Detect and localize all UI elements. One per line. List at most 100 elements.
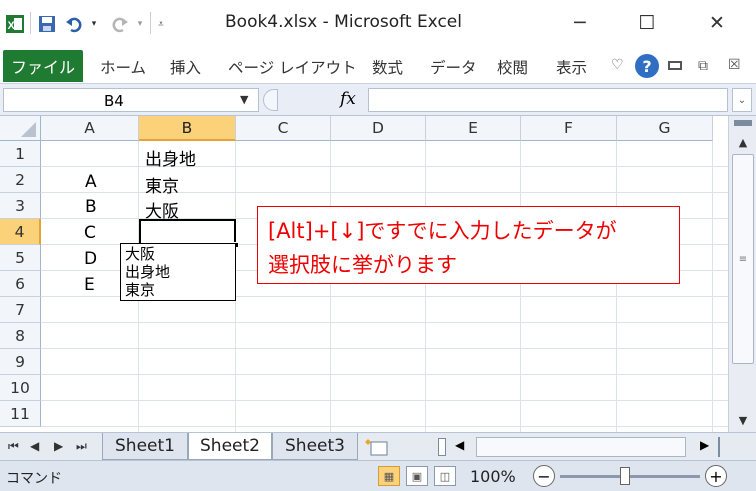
- workbook-close-icon[interactable]: ☒: [728, 57, 741, 73]
- minimize-button[interactable]: ─: [560, 8, 600, 38]
- row-header-2[interactable]: 2: [0, 167, 41, 193]
- customize-icon[interactable]: ⩡: [154, 13, 168, 35]
- select-all-button[interactable]: [0, 116, 41, 141]
- column-header-f[interactable]: F: [521, 116, 617, 141]
- sheet-tab-bar: ⏮ ◀ ▶ ⏭ Sheet1 Sheet2 Sheet3 ◀ ▶: [0, 432, 756, 460]
- last-sheet-icon[interactable]: ⏭: [76, 439, 87, 454]
- zoom-level[interactable]: 100%: [470, 467, 516, 486]
- zoom-slider-thumb[interactable]: [620, 467, 630, 485]
- tab-home[interactable]: ホーム: [100, 56, 146, 78]
- maximize-button[interactable]: ☐: [627, 8, 667, 38]
- name-box[interactable]: B4 ▼: [3, 88, 259, 112]
- status-mode: コマンド: [6, 471, 62, 487]
- scroll-thumb[interactable]: ≡: [732, 154, 754, 364]
- horizontal-split-box[interactable]: [718, 437, 732, 457]
- tab-split-handle[interactable]: [438, 438, 446, 456]
- row-header-9[interactable]: 9: [0, 349, 41, 375]
- ribbon-tabs: ファイル ホーム 挿入 ページ レイアウト 数式 データ 校閲 表示 ♡ ? ⧉…: [0, 48, 756, 84]
- cell-b2[interactable]: 東京: [145, 172, 179, 197]
- undo-icon[interactable]: [62, 13, 86, 35]
- row-header-3[interactable]: 3: [0, 193, 41, 219]
- row-header-11[interactable]: 11: [0, 401, 41, 427]
- tab-page-layout[interactable]: ページ レイアウト: [228, 56, 357, 78]
- cell-a3[interactable]: B: [85, 197, 97, 217]
- cell-b1[interactable]: 出身地: [145, 145, 196, 170]
- expand-formula-bar-icon[interactable]: ⌄: [732, 88, 752, 112]
- excel-logo-icon[interactable]: X: [4, 13, 26, 35]
- row-header-4[interactable]: 4: [0, 219, 41, 245]
- formula-bar-splitter[interactable]: [263, 89, 278, 111]
- split-box[interactable]: [734, 120, 752, 126]
- column-header-d[interactable]: D: [331, 116, 426, 141]
- close-button[interactable]: ✕: [697, 8, 737, 38]
- column-header-e[interactable]: E: [426, 116, 521, 141]
- tab-review[interactable]: 校閲: [497, 56, 528, 78]
- cell-a4[interactable]: C: [84, 223, 96, 243]
- dropdown-item[interactable]: 大阪: [125, 246, 155, 262]
- svg-text:X: X: [8, 20, 16, 32]
- sheet-tab-sheet2[interactable]: Sheet2: [188, 433, 272, 460]
- row-header-6[interactable]: 6: [0, 271, 41, 297]
- gridline: [616, 141, 617, 432]
- page-layout-view-icon[interactable]: ▣: [406, 466, 428, 486]
- zoom-in-button[interactable]: +: [705, 465, 727, 487]
- row-header-5[interactable]: 5: [0, 245, 41, 271]
- horizontal-scroll-thumb[interactable]: [476, 437, 686, 457]
- restore-window-icon[interactable]: [668, 61, 682, 70]
- window-title: Book4.xlsx - Microsoft Excel: [225, 12, 462, 32]
- tab-data[interactable]: データ: [430, 56, 477, 78]
- formula-bar: B4 ▼ fx ⌄: [0, 84, 756, 116]
- tab-view[interactable]: 表示: [556, 56, 587, 78]
- help-icon[interactable]: ?: [635, 54, 659, 78]
- gridline: [41, 374, 728, 375]
- scroll-right-icon[interactable]: ▶: [700, 438, 709, 452]
- page-break-view-icon[interactable]: ◫: [434, 466, 456, 486]
- column-header-b[interactable]: B: [139, 116, 236, 141]
- row-header-10[interactable]: 10: [0, 375, 41, 401]
- row-header-8[interactable]: 8: [0, 323, 41, 349]
- row-header-7[interactable]: 7: [0, 297, 41, 323]
- sheet-tab-sheet3[interactable]: Sheet3: [272, 433, 358, 460]
- column-header-c[interactable]: C: [236, 116, 331, 141]
- cell-a2[interactable]: A: [85, 172, 97, 192]
- callout-line-2: 選択肢に挙がります: [268, 253, 457, 277]
- tab-formulas[interactable]: 数式: [372, 56, 403, 78]
- prev-sheet-icon[interactable]: ◀: [30, 439, 39, 453]
- insert-function-icon[interactable]: fx: [340, 89, 356, 109]
- redo-icon[interactable]: [108, 13, 132, 35]
- insert-sheet-icon[interactable]: [360, 436, 396, 458]
- cell-a6[interactable]: E: [84, 275, 95, 295]
- autocomplete-dropdown[interactable]: 大阪 出身地 東京: [120, 243, 236, 301]
- chevron-down-icon[interactable]: ▼: [240, 93, 248, 106]
- column-header-a[interactable]: A: [41, 116, 139, 141]
- tab-file[interactable]: ファイル: [3, 50, 83, 82]
- row-header-1[interactable]: 1: [0, 141, 41, 167]
- normal-view-icon[interactable]: ▦: [378, 466, 400, 486]
- undo-dropdown-icon[interactable]: ▾: [88, 13, 100, 35]
- status-bar: コマンド ▦ ▣ ◫ 100% − +: [0, 460, 756, 491]
- column-header-g[interactable]: G: [617, 116, 713, 141]
- ribbon-collapse-icon[interactable]: ♡: [611, 57, 624, 73]
- dropdown-item[interactable]: 東京: [125, 282, 155, 298]
- gridline: [41, 348, 728, 349]
- sheet-tab-sheet1[interactable]: Sheet1: [102, 433, 188, 460]
- zoom-slider[interactable]: [560, 475, 700, 478]
- save-icon[interactable]: [36, 13, 58, 35]
- scroll-down-icon[interactable]: ▼: [733, 412, 753, 428]
- cell-a5[interactable]: D: [84, 249, 97, 269]
- workbook-restore-icon[interactable]: ⧉: [698, 58, 708, 74]
- next-sheet-icon[interactable]: ▶: [54, 439, 63, 453]
- dropdown-item[interactable]: 出身地: [125, 264, 170, 280]
- tab-insert[interactable]: 挿入: [170, 56, 201, 78]
- vertical-scrollbar[interactable]: ▲ ≡ ▼: [728, 116, 756, 432]
- redo-dropdown-icon[interactable]: ▾: [134, 13, 146, 35]
- zoom-out-button[interactable]: −: [533, 465, 555, 487]
- scroll-up-icon[interactable]: ▲: [733, 134, 753, 150]
- scroll-left-icon[interactable]: ◀: [455, 438, 464, 452]
- gridline: [330, 141, 331, 432]
- gridline: [41, 400, 728, 401]
- formula-input[interactable]: [368, 88, 728, 112]
- active-cell-b4[interactable]: [139, 219, 236, 245]
- first-sheet-icon[interactable]: ⏮: [8, 439, 19, 454]
- worksheet-grid[interactable]: ABCDEFG 1 2 3 4 5 6 7 8 9 10 11 出身地 A 東京 B 大阪 C D …: [0, 116, 728, 432]
